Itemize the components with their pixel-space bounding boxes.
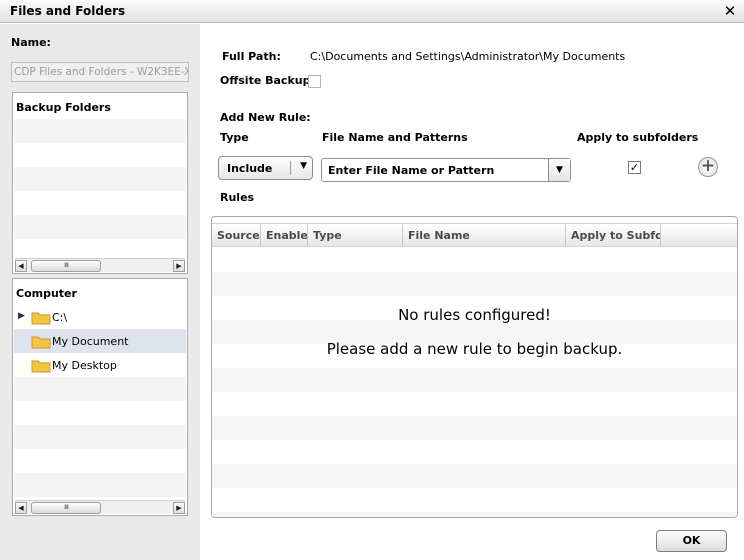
rules-label: Rules (220, 191, 255, 204)
grid-header: Source Enable Type File Name Apply to Su… (212, 223, 737, 247)
name-label: Name: (11, 36, 51, 49)
tree-item-c-drive[interactable]: ▶ C:\ (14, 305, 186, 329)
left-pane: Name: CDP Files and Folders - W2K3EE-X6 … (0, 24, 200, 560)
add-rule-button[interactable]: + (698, 157, 718, 177)
scroll-left-arrow-icon[interactable]: ◀ (15, 260, 27, 272)
apply-subfolders-checkbox[interactable]: ✓ (628, 161, 641, 174)
column-header-apply-subfolders[interactable]: Apply to Subfolders (566, 224, 661, 246)
right-pane: Full Path: C:\Documents and Settings\Adm… (200, 24, 744, 560)
offsite-backup-checkbox[interactable] (308, 75, 321, 88)
computer-scrollbar[interactable]: ◀ IIIII ▶ (15, 500, 185, 514)
scroll-right-arrow-icon[interactable]: ▶ (173, 260, 185, 272)
column-header-enable[interactable]: Enable (261, 224, 308, 246)
apply-subfolders-label: Apply to subfolders (577, 131, 699, 144)
pattern-combobox[interactable]: Enter File Name or Pattern ▼ (321, 158, 571, 182)
patterns-label: File Name and Patterns (322, 131, 468, 144)
grid-body: No rules configured! Please add a new ru… (212, 248, 737, 517)
scroll-left-arrow-icon[interactable]: ◀ (15, 502, 27, 514)
computer-header: Computer (16, 287, 77, 300)
type-dropdown[interactable]: Include ▼ (218, 156, 313, 180)
chevron-down-icon[interactable]: ▼ (300, 161, 307, 171)
close-button[interactable]: ✕ (722, 2, 738, 20)
chevron-down-icon[interactable]: ▼ (548, 159, 570, 181)
backup-folders-panel: Backup Folders ◀ IIIII ▶ (12, 92, 188, 274)
tree-item-label: My Desktop (52, 359, 117, 372)
offsite-backup-label: Offsite Backup: (220, 74, 315, 87)
scroll-right-arrow-icon[interactable]: ▶ (173, 502, 185, 514)
column-header-file-name[interactable]: File Name (403, 224, 566, 246)
type-value: Include (227, 162, 273, 175)
column-header-source[interactable]: Source (212, 224, 261, 246)
tree-item-label: My Document (52, 335, 129, 348)
empty-state-message: Please add a new rule to begin backup. (326, 340, 623, 358)
dialog-title: Files and Folders (10, 4, 126, 18)
backup-folders-scrollbar[interactable]: ◀ IIIII ▶ (15, 258, 185, 272)
folder-icon (31, 360, 51, 373)
empty-state-title: No rules configured! (398, 306, 551, 324)
tree-item-my-desktop[interactable]: My Desktop (14, 353, 186, 377)
title-bar: Files and Folders ✕ (0, 0, 744, 23)
expand-arrow-icon[interactable]: ▶ (18, 311, 25, 321)
ok-button[interactable]: OK (656, 530, 727, 552)
folder-icon (31, 336, 51, 349)
backup-folders-header: Backup Folders (16, 101, 111, 114)
files-and-folders-dialog: Files and Folders ✕ Name: CDP Files and … (0, 0, 744, 560)
folder-icon (31, 312, 51, 325)
tree-item-label: C:\ (52, 311, 68, 324)
pattern-input[interactable]: Enter File Name or Pattern (328, 164, 494, 177)
rules-grid: Source Enable Type File Name Apply to Su… (211, 216, 738, 518)
add-new-rule-label: Add New Rule: (220, 111, 311, 124)
computer-panel: Computer ▶ C:\ My Document My Desktop ◀ … (12, 278, 188, 516)
type-label: Type (220, 131, 249, 144)
full-path-value: C:\Documents and Settings\Administrator\… (310, 50, 626, 63)
scroll-thumb[interactable]: IIIII (31, 260, 101, 272)
column-header-type[interactable]: Type (308, 224, 403, 246)
name-field[interactable]: CDP Files and Folders - W2K3EE-X6 (11, 62, 189, 82)
full-path-label: Full Path: (222, 50, 281, 63)
tree-item-my-document[interactable]: My Document (14, 329, 186, 353)
scroll-thumb[interactable]: IIIII (31, 502, 101, 514)
